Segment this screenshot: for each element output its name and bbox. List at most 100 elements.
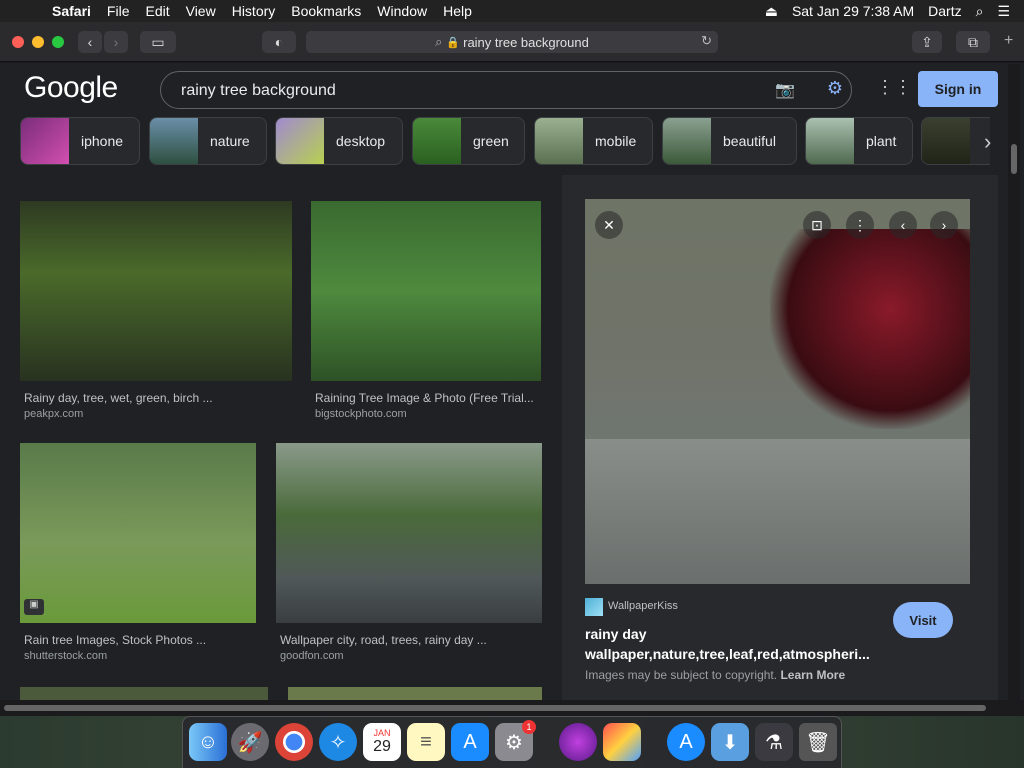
result-image[interactable] <box>311 201 541 381</box>
menu-file[interactable]: File <box>107 3 130 19</box>
preview-title-line1: rainy day <box>585 626 647 642</box>
chip-beautiful[interactable]: beautiful <box>662 117 797 165</box>
minimize-window-button[interactable] <box>32 36 44 48</box>
filter-chips: iphone nature desktop green mobile beaut… <box>20 117 990 165</box>
image-result[interactable]: Raining Tree Image & Photo (Free Trial..… <box>311 201 541 421</box>
share-icon[interactable]: ⇪ <box>912 31 942 53</box>
chrome-icon[interactable] <box>275 723 313 761</box>
notification-badge: 1 <box>522 720 536 734</box>
result-source[interactable]: bigstockphoto.com <box>315 408 407 420</box>
installer-icon[interactable] <box>559 723 597 761</box>
image-result[interactable]: Wallpaper city, road, trees, rainy day .… <box>276 443 542 663</box>
sidebar-icon[interactable]: ▭ <box>140 31 176 53</box>
downloads-folder-icon[interactable]: ⬇ <box>711 723 749 761</box>
system-preferences-icon[interactable]: ⚙ 1 <box>495 720 536 761</box>
chip-nature[interactable]: nature <box>149 117 267 165</box>
search-input[interactable]: rainy tree background <box>181 82 336 100</box>
wet-road <box>585 439 970 584</box>
safari-icon[interactable]: ✧ <box>319 723 357 761</box>
settings-gear-icon[interactable]: ⚙ <box>827 78 843 99</box>
chevron-right-icon[interactable]: › <box>930 211 958 239</box>
chip-mobile[interactable]: mobile <box>534 117 653 165</box>
result-title[interactable]: Rainy day, tree, wet, green, birch ... <box>24 391 213 405</box>
chip-more[interactable] <box>921 117 990 165</box>
camera-icon[interactable]: 📷 <box>775 80 795 100</box>
trash-icon[interactable]: 🗑 <box>799 723 837 761</box>
google-logo[interactable]: Google <box>24 71 118 105</box>
chip-thumbnail <box>806 118 854 164</box>
google-images-page: Google rainy tree background 📷 ⚙ ⋮⋮⋮ Sig… <box>0 63 1024 715</box>
menu-edit[interactable]: Edit <box>145 3 169 19</box>
app-store-folder-icon[interactable]: A <box>667 723 705 761</box>
menu-history[interactable]: History <box>232 3 276 19</box>
chip-plant[interactable]: plant <box>805 117 913 165</box>
scroll-thumb[interactable] <box>1011 144 1017 174</box>
launchpad-icon[interactable]: 🚀 <box>231 723 269 761</box>
utility-icon[interactable]: ⚗ <box>755 723 793 761</box>
chip-green[interactable]: green <box>412 117 525 165</box>
zoom-window-button[interactable] <box>52 36 64 48</box>
calendar-icon[interactable]: JAN 29 <box>363 723 401 761</box>
copyright-text: Images may be subject to copyright. <box>585 668 778 682</box>
result-title[interactable]: Wallpaper city, road, trees, rainy day .… <box>280 633 487 647</box>
user-name[interactable]: Dartz <box>928 3 961 19</box>
preview-title[interactable]: rainy day wallpaper,nature,tree,leaf,red… <box>585 624 885 664</box>
learn-more-link[interactable]: Learn More <box>780 668 845 682</box>
chip-thumbnail <box>150 118 198 164</box>
eject-icon[interactable]: ⏏ <box>765 3 778 20</box>
scroll-thumb[interactable] <box>4 705 986 711</box>
result-title[interactable]: Raining Tree Image & Photo (Free Trial..… <box>315 391 534 405</box>
visit-button[interactable]: Visit <box>893 602 953 638</box>
source-name[interactable]: WallpaperKiss <box>608 600 678 612</box>
sign-in-button[interactable]: Sign in <box>918 71 998 107</box>
lens-search-icon[interactable]: ⊡ <box>803 211 831 239</box>
menu-bar: Safari File Edit View History Bookmarks … <box>0 0 1024 22</box>
result-source[interactable]: peakpx.com <box>24 408 83 420</box>
preview-image[interactable]: ✕ ⊡ ⋮ ‹ › <box>585 199 970 584</box>
menu-help[interactable]: Help <box>443 3 472 19</box>
finder-icon[interactable]: ☺ <box>189 723 227 761</box>
color-app-icon[interactable] <box>603 723 641 761</box>
more-options-icon[interactable]: ⋮ <box>846 211 874 239</box>
menu-view[interactable]: View <box>186 3 216 19</box>
spotlight-icon[interactable]: ⌕ <box>976 3 984 20</box>
result-image[interactable] <box>20 201 292 381</box>
lock-icon: 🔒 <box>446 36 461 49</box>
close-window-button[interactable] <box>12 36 24 48</box>
chip-label: mobile <box>595 133 637 149</box>
chip-label: plant <box>866 133 897 149</box>
address-bar[interactable]: ⌕ 🔒 rainy tree background ↻ <box>306 31 718 53</box>
close-icon[interactable]: ✕ <box>595 211 623 239</box>
app-store-icon[interactable]: A <box>451 723 489 761</box>
result-image[interactable] <box>276 443 542 623</box>
search-box[interactable]: rainy tree background 📷 ⚙ <box>160 71 852 109</box>
preview-title-line2: wallpaper,nature,tree,leaf,red,atmospher… <box>585 646 870 662</box>
dock: ☺ 🚀 ✧ JAN 29 ≡ A ⚙ 1 A ⬇ ⚗ 🗑 <box>182 716 842 768</box>
new-tab-icon[interactable]: + <box>1004 32 1013 50</box>
tabs-overview-icon[interactable]: ⧉ <box>956 31 990 53</box>
menu-window[interactable]: Window <box>377 3 427 19</box>
result-source[interactable]: goodfon.com <box>280 650 344 662</box>
chip-desktop[interactable]: desktop <box>275 117 403 165</box>
horizontal-scrollbar[interactable] <box>0 700 1024 716</box>
control-center-icon[interactable]: ☰ <box>997 3 1010 20</box>
back-button[interactable]: ‹ <box>78 31 102 53</box>
menu-app-name[interactable]: Safari <box>52 3 91 19</box>
clock[interactable]: Sat Jan 29 7:38 AM <box>792 3 914 19</box>
image-result[interactable]: Rainy day, tree, wet, green, birch ... p… <box>20 201 292 421</box>
reload-icon[interactable]: ↻ <box>701 33 712 49</box>
chevron-left-icon[interactable]: ‹ <box>889 211 917 239</box>
chip-iphone[interactable]: iphone <box>20 117 140 165</box>
chip-thumbnail <box>21 118 69 164</box>
image-result[interactable]: ▣ Rain tree Images, Stock Photos ... shu… <box>20 443 256 663</box>
result-title[interactable]: Rain tree Images, Stock Photos ... <box>24 633 206 647</box>
vertical-scrollbar[interactable] <box>1008 64 1020 700</box>
privacy-shield-icon[interactable]: ◐ <box>262 31 296 53</box>
forward-button[interactable]: › <box>104 31 128 53</box>
result-source[interactable]: shutterstock.com <box>24 650 107 662</box>
chevron-right-icon[interactable]: › <box>984 129 991 155</box>
chip-thumbnail <box>922 118 970 164</box>
result-image[interactable] <box>20 443 256 623</box>
menu-bookmarks[interactable]: Bookmarks <box>291 3 361 19</box>
notes-icon[interactable]: ≡ <box>407 723 445 761</box>
